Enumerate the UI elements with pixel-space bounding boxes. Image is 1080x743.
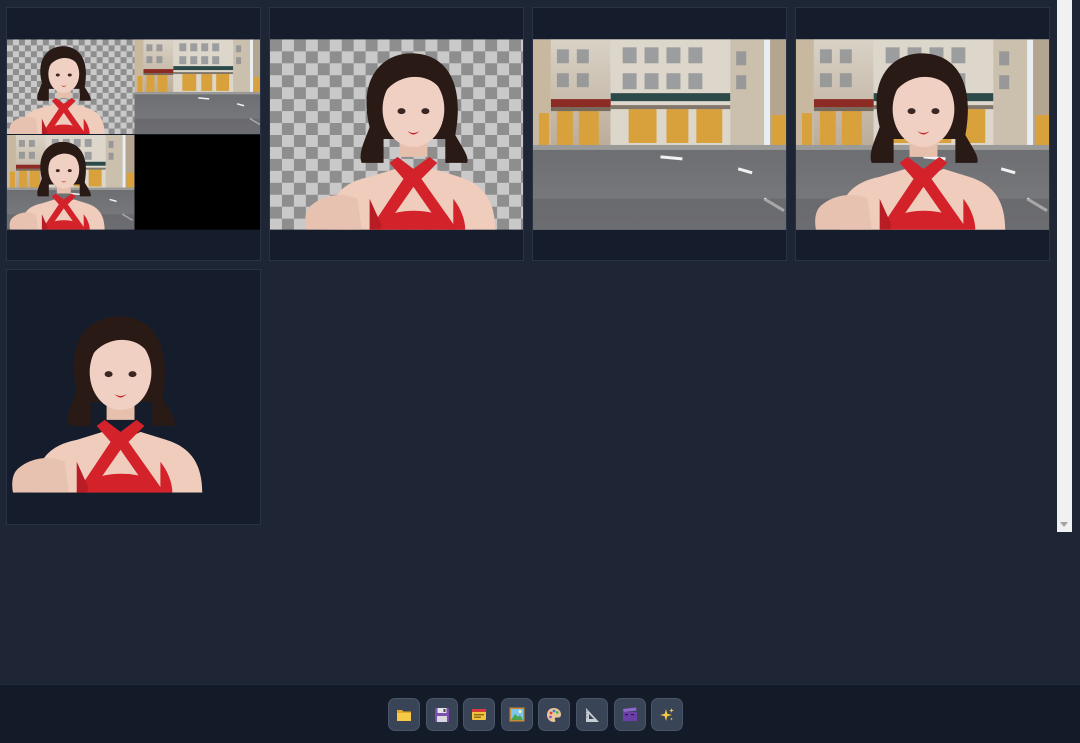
gallery-card-person-cutout-transparent[interactable] [269,7,524,261]
gallery-card-person-cutout-dark[interactable] [6,269,261,525]
open-folder-button[interactable] [388,698,420,731]
bottom-toolbar [0,684,1080,743]
toolbar-button-row [388,698,684,732]
film-button[interactable] [613,698,646,731]
gallery-card-street-background[interactable] [532,7,787,261]
card-file-icon [472,709,487,720]
framed-picture-icon [509,707,525,722]
image-button[interactable] [500,698,533,731]
gallery-card-grid-composite[interactable] [6,7,261,261]
image-gallery-app [0,0,1080,743]
triangle-ruler-icon [585,707,599,722]
card-index-button[interactable] [463,698,496,731]
scrollbar-track[interactable] [1057,0,1072,532]
sparkles-icon [660,707,675,721]
ruler-button[interactable] [575,698,608,731]
thumbnail-person-cutout-transparent[interactable] [270,39,523,230]
floppy-disk-icon [434,707,449,722]
vertical-scrollbar[interactable] [1057,0,1080,684]
thumbnail-street-background[interactable] [533,39,786,230]
gallery-grid [0,0,1056,684]
clapper-icon [622,707,637,721]
sparkles-button[interactable] [651,698,684,731]
scroll-down-arrow-icon[interactable] [1060,522,1068,527]
thumbnail-person-on-street[interactable] [796,39,1049,230]
save-button[interactable] [425,698,458,731]
palette-icon [547,707,562,722]
thumbnail-grid-composite[interactable] [7,39,260,230]
gallery-card-person-on-street[interactable] [795,7,1050,261]
palette-button[interactable] [538,698,571,731]
folder-icon [397,709,411,721]
thumbnail-person-cutout-dark[interactable] [7,270,260,524]
